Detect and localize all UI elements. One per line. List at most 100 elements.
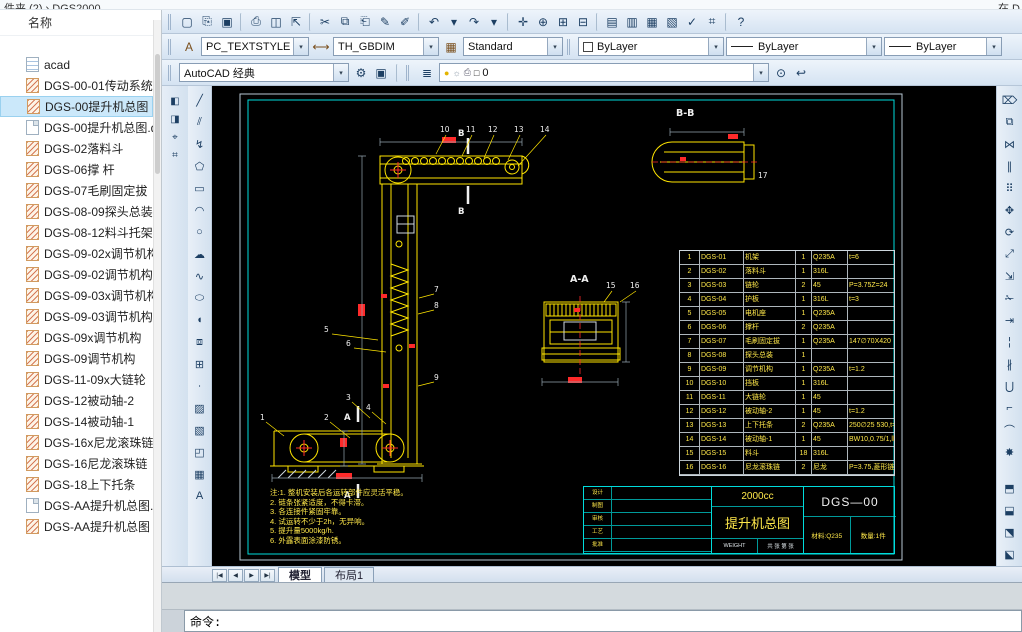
offset-tool[interactable]: ∥ [1000,156,1020,176]
pan-button[interactable]: ✛ [513,12,533,32]
properties-button[interactable]: ▤ [602,12,622,32]
sheet-set-manager-button[interactable]: ▧ [662,12,682,32]
layer-combo[interactable]: ● ☼ ⎙ □ 0 [439,63,769,82]
send-to-back-button[interactable]: ⬓ [1000,500,1020,520]
chevron-down-icon[interactable] [866,38,881,55]
array-tool[interactable]: ⠿ [1000,178,1020,198]
move-tool[interactable]: ✥ [1000,200,1020,220]
file-item[interactable]: DGS-16x尼龙滚珠链 [0,432,153,453]
tab-nav-button[interactable]: ▶ [244,569,259,582]
text-style-icon[interactable]: A [179,37,199,57]
toolbar-separator[interactable] [309,12,312,31]
scale-tool[interactable]: ⤢ [1000,244,1020,264]
break-tool[interactable]: ∦ [1000,354,1020,374]
tab-nav-button[interactable]: ◀ [228,569,243,582]
copy-button[interactable]: ⧉ [335,12,355,32]
publish-button[interactable]: ⇱ [286,12,306,32]
join-tool[interactable]: ⋃ [1000,376,1020,396]
mirror-tool[interactable]: ⋈ [1000,134,1020,154]
undo-dropdown[interactable]: ▾ [444,12,464,32]
make-object-layer-current-button[interactable]: ⊙ [771,63,791,83]
chevron-down-icon[interactable] [986,38,1001,55]
file-item[interactable]: DGS-09调节机构 [0,348,153,369]
toolbar-separator[interactable] [240,12,243,31]
command-input[interactable]: 命令: [184,610,1022,632]
save-button[interactable]: ▣ [217,12,237,32]
color-combo[interactable]: ByLayer [578,37,724,56]
file-item[interactable]: DGS-00提升机总图.d... [0,117,153,138]
tab-model[interactable]: 模型 [278,567,322,582]
layer-properties-manager-button[interactable]: ≣ [417,63,437,83]
match-properties-button[interactable]: ✎ [375,12,395,32]
table-style-icon[interactable]: ▦ [441,37,461,57]
text-style-combo[interactable]: PC_TEXTSTYLE [201,37,309,56]
layer-freeze-icon[interactable]: ☼ [452,68,460,78]
docked-toolbar-icon-3[interactable]: ⌖ [166,128,184,146]
linetype-combo[interactable]: ByLayer [726,37,882,56]
bring-above-button[interactable]: ⬔ [1000,522,1020,542]
fillet-tool[interactable]: ⌒ [1000,420,1020,440]
file-item[interactable]: DGS-16尼龙滚珠链 [0,453,153,474]
designcenter-button[interactable]: ▥ [622,12,642,32]
region-tool[interactable]: ◰ [190,442,210,462]
dim-style-icon[interactable]: ⟷ [311,37,331,57]
workspace-combo[interactable]: AutoCAD 经典 [179,63,349,82]
toolbar-separator[interactable] [596,12,599,31]
quickcalc-button[interactable]: ⌗ [702,12,722,32]
file-item[interactable]: DGS-00提升机总图 [0,96,153,117]
file-item[interactable]: DGS-09-02x调节机构 [0,243,153,264]
help-button[interactable]: ? [731,12,751,32]
chevron-down-icon[interactable] [708,38,723,55]
hatch-tool[interactable]: ▨ [190,398,210,418]
docked-toolbar-icon-2[interactable]: ◨ [166,110,184,128]
toolbar-grip[interactable] [168,38,173,55]
file-item[interactable]: DGS-14被动轴-1 [0,411,153,432]
file-item[interactable]: DGS-11-09x大链轮 [0,369,153,390]
file-item[interactable]: DGS-07毛刷固定拔 [0,180,153,201]
chevron-down-icon[interactable] [547,38,562,55]
plot-preview-button[interactable]: ◫ [266,12,286,32]
toolbar-grip[interactable] [168,64,173,81]
file-item[interactable]: DGS-09x调节机构 [0,327,153,348]
chevron-down-icon[interactable] [333,64,348,81]
bring-to-front-button[interactable]: ⬒ [1000,478,1020,498]
explode-tool[interactable]: ✸ [1000,442,1020,462]
table-style-combo[interactable]: Standard [463,37,563,56]
file-item[interactable]: DGS-08-09探头总装配 [0,201,153,222]
file-item[interactable]: DGS-18上下托条 [0,474,153,495]
layer-previous-button[interactable]: ↩ [791,63,811,83]
docked-toolbar-icon-4[interactable]: ⌗ [166,146,184,164]
file-item[interactable]: DGS-02落料斗 [0,138,153,159]
line-tool[interactable]: ╱ [190,90,210,110]
tab-nav-button[interactable]: ▶| [260,569,275,582]
toolbar-grip[interactable] [168,13,173,30]
point-tool[interactable]: ∙ [190,376,210,396]
plot-button[interactable]: ⎙ [246,12,266,32]
paste-button[interactable]: ⎗ [355,12,375,32]
multiline-text-tool[interactable]: A [190,486,210,506]
scrollbar-thumb[interactable] [155,54,160,174]
file-item[interactable]: DGS-09-03x调节机构 [0,285,153,306]
spline-tool[interactable]: ∿ [190,266,210,286]
construction-line-tool[interactable]: ⫽ [190,112,210,132]
cut-button[interactable]: ✂ [315,12,335,32]
copy-tool[interactable]: ⧉ [1000,112,1020,132]
polyline-tool[interactable]: ↯ [190,134,210,154]
lineweight-combo[interactable]: ByLayer [884,37,1002,56]
block-editor-button[interactable]: ✐ [395,12,415,32]
tool-palettes-button[interactable]: ▦ [642,12,662,32]
table-tool[interactable]: ▦ [190,464,210,484]
file-item[interactable]: DGS-AA提升机总图 [0,516,153,537]
toolbar-separator[interactable] [507,12,510,31]
extend-tool[interactable]: ⇥ [1000,310,1020,330]
file-item[interactable]: DGS-AA提升机总图.b... [0,495,153,516]
send-under-button[interactable]: ⬕ [1000,544,1020,564]
drawing-canvas[interactable]: A-A B-B A A B B 17 10 11 12 13 14 7 8 9 … [212,86,996,566]
make-block-tool[interactable]: ⊞ [190,354,210,374]
file-item[interactable]: DGS-12被动轴-2 [0,390,153,411]
arc-tool[interactable]: ◠ [190,200,210,220]
rotate-tool[interactable]: ⟳ [1000,222,1020,242]
file-item[interactable]: DGS-09-03调节机构- [0,306,153,327]
toolbar-grip[interactable] [567,38,572,55]
ellipse-arc-tool[interactable]: ◖ [190,310,210,330]
